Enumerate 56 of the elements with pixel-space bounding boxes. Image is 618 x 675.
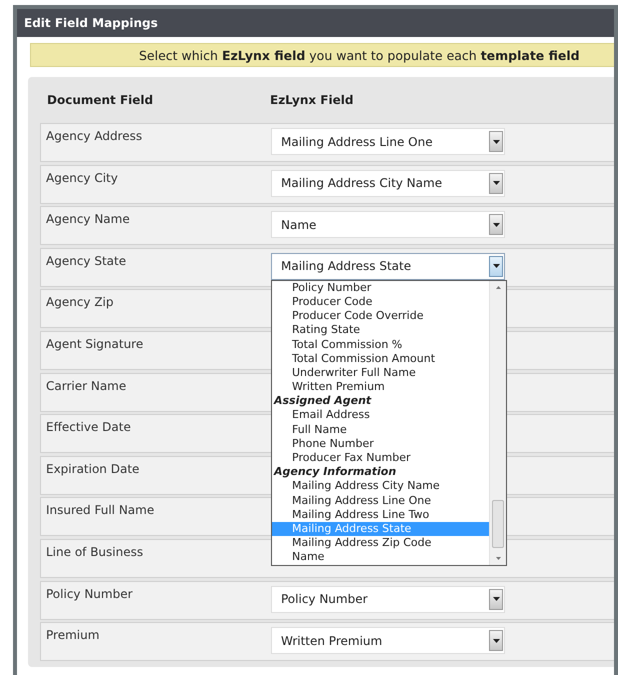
field-label: Insured Full Name xyxy=(45,502,156,518)
dropdown-option[interactable]: Policy Number xyxy=(272,280,489,295)
scrollbar-thumb[interactable] xyxy=(492,500,504,548)
field-label: Agency Name xyxy=(45,211,131,226)
dropdown-option[interactable]: Total Commission Amount xyxy=(272,352,489,366)
dropdown-option[interactable]: Producer Code xyxy=(272,294,489,310)
dropdown-option[interactable]: Mailing Address Zip Code xyxy=(272,536,489,550)
dropdown-button[interactable] xyxy=(489,131,503,152)
select-field[interactable]: Policy Number xyxy=(271,586,505,613)
window-title: Edit Field Mappings xyxy=(17,9,614,37)
field-label: Line of Business xyxy=(45,544,144,559)
dropdown-option[interactable]: Written Premium xyxy=(272,380,489,394)
instruction-text: Select which EzLynx field you want to populate each template field xyxy=(139,48,580,62)
caret-icon xyxy=(492,181,500,186)
caret-icon xyxy=(492,264,500,268)
option-group-label: Agency Information xyxy=(272,465,398,480)
select-field[interactable]: Mailing Address City Name xyxy=(271,170,505,197)
column-header: Document Field xyxy=(47,93,154,107)
field-label: Expiration Date xyxy=(45,460,140,476)
field-label: Policy Number xyxy=(45,586,134,601)
column-header: EzLynx Field xyxy=(270,93,354,107)
caret-icon xyxy=(492,140,500,144)
dropdown-option[interactable]: Full Name xyxy=(272,422,489,437)
dropdown-option[interactable]: Mailing Address City Name xyxy=(272,479,489,494)
field-label: Premium xyxy=(45,627,100,642)
dropdown-option[interactable]: Name xyxy=(272,550,489,565)
dropdown-button[interactable] xyxy=(489,630,503,652)
dropdown-button[interactable] xyxy=(489,172,503,194)
dropdown-option[interactable]: Producer Fax Number xyxy=(272,451,489,466)
select-field[interactable]: Written Premium xyxy=(271,627,505,654)
dropdown-option[interactable]: Total Commission % xyxy=(272,338,489,352)
option-group-label: Assigned Agent xyxy=(272,394,372,408)
dropdown-option[interactable]: Rating State xyxy=(272,323,489,338)
dropdown-button[interactable] xyxy=(489,256,503,277)
field-label: Agency State xyxy=(45,252,128,268)
dropdown-option[interactable]: Mailing Address Line One xyxy=(272,494,489,508)
field-label: Agency Zip xyxy=(45,294,114,310)
field-label: Agency City xyxy=(45,170,119,185)
caret-icon xyxy=(492,638,500,643)
dropdown-button[interactable] xyxy=(489,214,503,236)
scrollbar[interactable] xyxy=(489,280,506,565)
field-label: Effective Date xyxy=(45,419,132,434)
dropdown-option[interactable]: Producer Code Override xyxy=(272,309,489,324)
select-field[interactable]: Name xyxy=(271,211,505,238)
caret-icon xyxy=(492,597,500,602)
dropdown-button[interactable] xyxy=(489,588,503,610)
dropdown-option[interactable]: Email Address xyxy=(272,408,489,423)
dropdown-option[interactable]: Underwriter Full Name xyxy=(272,366,489,380)
caret-icon xyxy=(492,222,500,227)
select-field[interactable]: Mailing Address Line One xyxy=(271,128,505,155)
field-label: Carrier Name xyxy=(45,378,128,393)
dropdown-option[interactable]: Mailing Address Line Two xyxy=(272,508,489,522)
field-label: Agency Address xyxy=(45,128,144,143)
dropdown-option[interactable]: Phone Number xyxy=(272,436,489,452)
scroll-down-icon[interactable] xyxy=(496,556,500,560)
field-label: Agent Signature xyxy=(45,336,144,351)
